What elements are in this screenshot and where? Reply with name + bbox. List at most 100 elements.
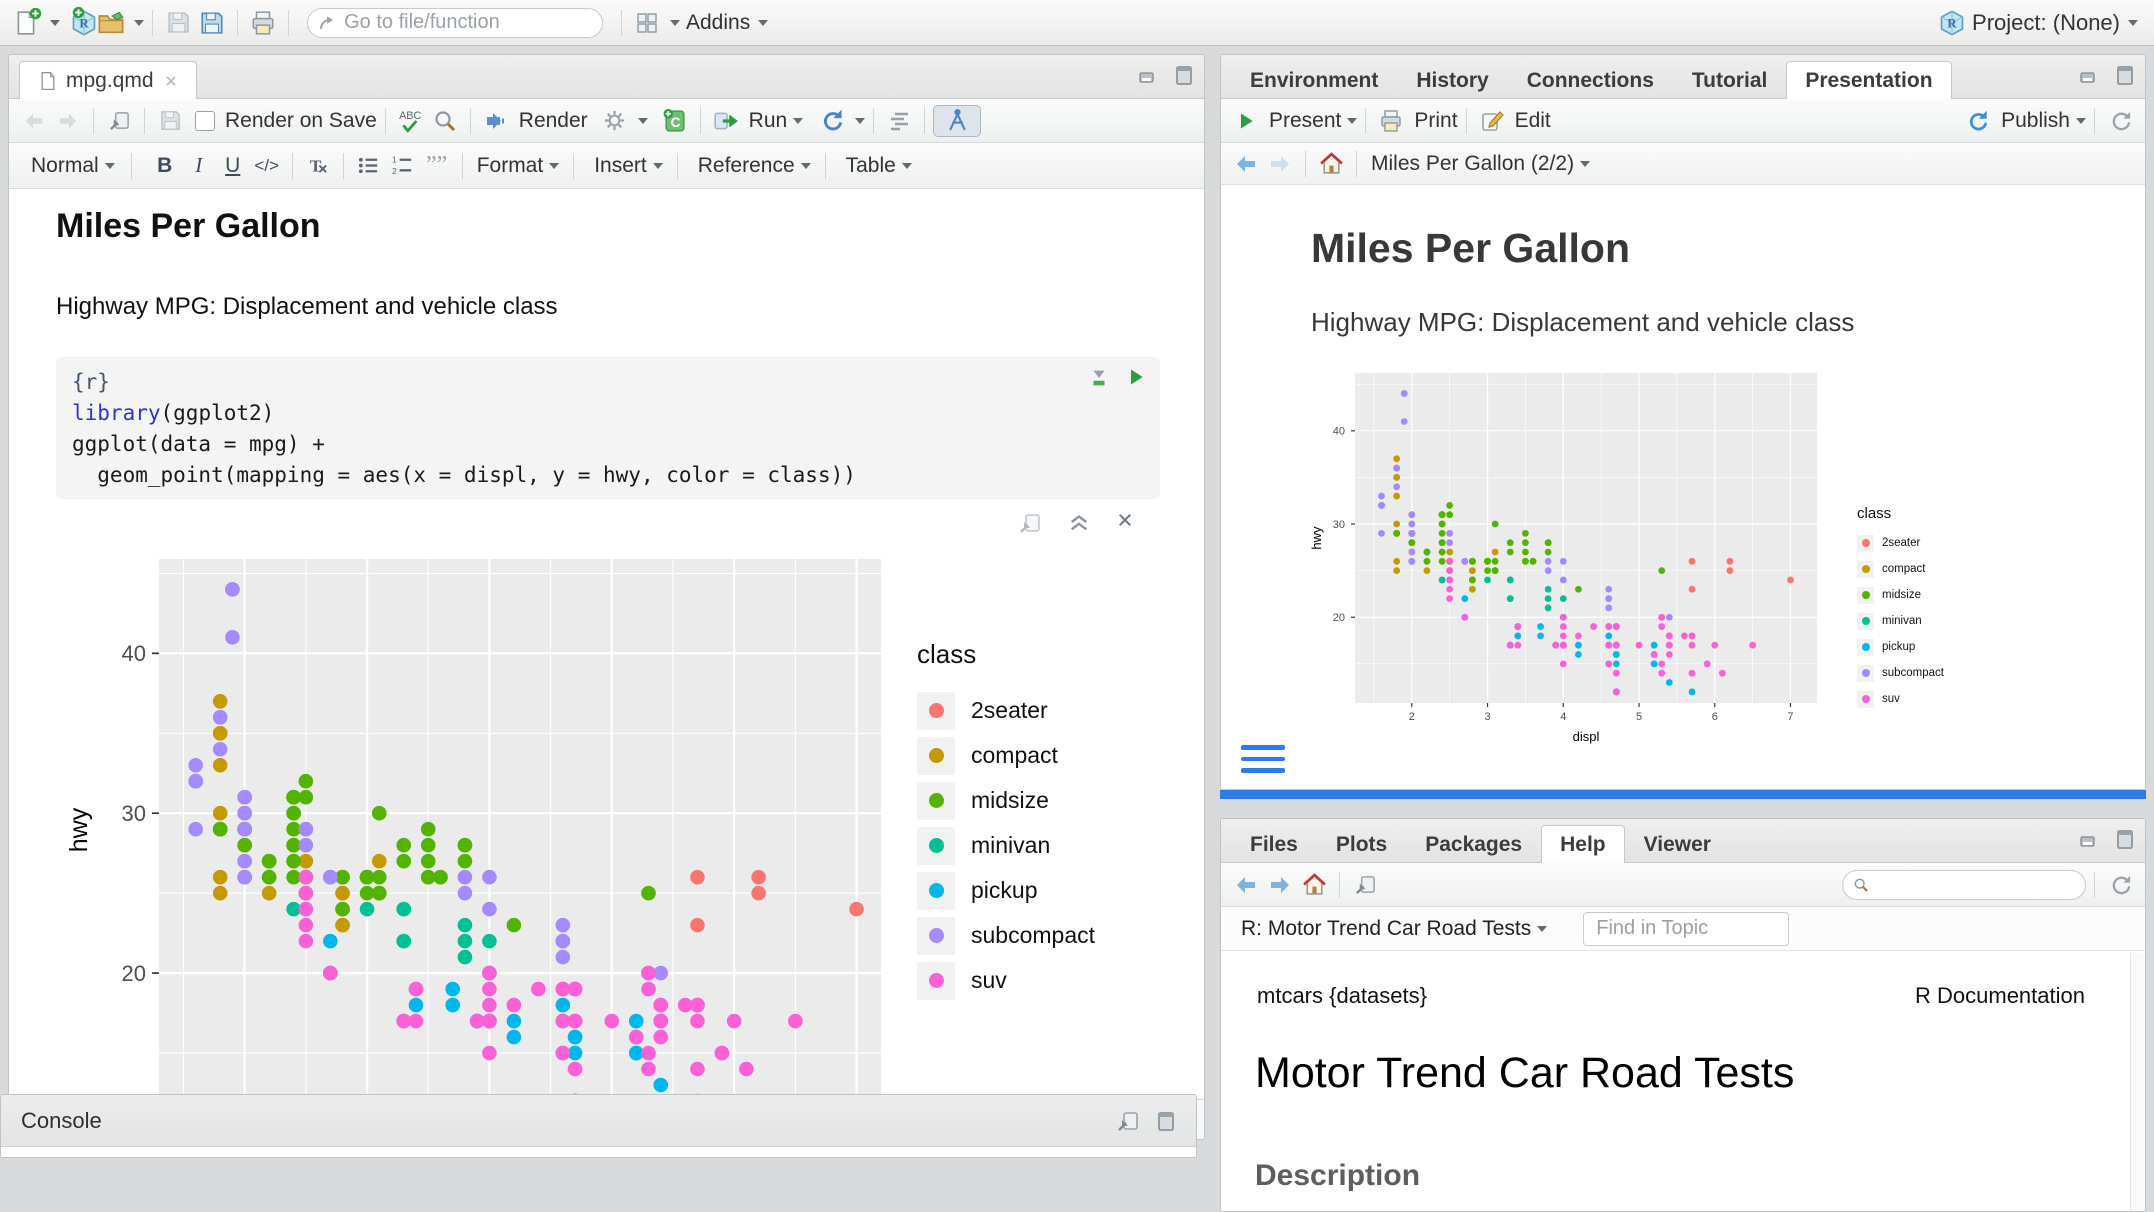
tab-presentation[interactable]: Presentation: [1786, 61, 1951, 99]
print-slides-button[interactable]: Print: [1414, 109, 1457, 133]
print-slides-icon[interactable]: [1374, 105, 1408, 137]
addins-menu[interactable]: Addins: [686, 11, 750, 35]
save-all-button[interactable]: [195, 7, 229, 39]
new-project-button[interactable]: [60, 7, 94, 39]
underline-button[interactable]: U: [216, 150, 250, 182]
addins-caret[interactable]: [758, 20, 768, 26]
bold-button[interactable]: B: [148, 150, 182, 182]
rerun-caret[interactable]: [855, 118, 865, 124]
collapse-output-icon[interactable]: [1068, 511, 1090, 533]
italic-button[interactable]: I: [182, 150, 216, 182]
reference-menu[interactable]: Reference: [698, 154, 795, 178]
run-icon[interactable]: [709, 105, 743, 137]
tab-viewer[interactable]: Viewer: [1625, 825, 1730, 863]
slide-location-menu[interactable]: Miles Per Gallon (2/2): [1371, 152, 1574, 176]
tab-mpg-qmd[interactable]: mpg.qmd: [19, 61, 197, 99]
code-format-button[interactable]: </>: [250, 150, 284, 182]
run-chunk-icon[interactable]: [1126, 367, 1146, 387]
tab-help[interactable]: Help: [1541, 825, 1625, 863]
save-button[interactable]: [161, 7, 195, 39]
bullet-list-button[interactable]: [352, 150, 386, 182]
tab-history[interactable]: History: [1397, 61, 1507, 99]
new-file-dropdown-caret[interactable]: [50, 20, 60, 26]
tab-files[interactable]: Files: [1231, 825, 1317, 863]
document-canvas[interactable]: Miles Per Gallon Highway MPG: Displaceme…: [9, 189, 1204, 1099]
slide-forward-icon[interactable]: [1263, 148, 1297, 180]
print-button[interactable]: [246, 7, 280, 39]
minimize-pane-icon[interactable]: [2079, 827, 2103, 851]
slide-location-caret[interactable]: [1580, 161, 1590, 167]
minimize-pane-icon[interactable]: [2079, 63, 2103, 87]
help-home-icon[interactable]: [1297, 869, 1331, 901]
clear-output-icon[interactable]: [1116, 511, 1134, 529]
render-on-save-checkbox[interactable]: [195, 111, 215, 131]
save-doc-button[interactable]: [153, 105, 187, 137]
tab-plots[interactable]: Plots: [1317, 825, 1406, 863]
find-replace-button[interactable]: [428, 105, 462, 137]
slide-back-icon[interactable]: [1229, 148, 1263, 180]
find-in-topic-input[interactable]: [1583, 912, 1789, 946]
new-file-button[interactable]: [10, 7, 44, 39]
slide-menu-icon[interactable]: [1241, 745, 1285, 773]
code-line[interactable]: ggplot(data = mpg) +: [72, 429, 1144, 460]
publish-button[interactable]: Publish: [2001, 109, 2070, 133]
run-menu-caret[interactable]: [793, 118, 803, 124]
visual-editor-toggle[interactable]: [933, 105, 981, 137]
run-chunks-above-icon[interactable]: [1088, 367, 1110, 389]
popout-window-button[interactable]: [102, 105, 136, 137]
paragraph-style-menu[interactable]: Normal: [31, 154, 99, 178]
help-forward-icon[interactable]: [1263, 869, 1297, 901]
render-button[interactable]: Render: [519, 109, 588, 133]
help-scrollbar[interactable]: [2130, 953, 2145, 1211]
render-settings-gear-icon[interactable]: [598, 105, 632, 137]
numbered-list-button[interactable]: [386, 150, 420, 182]
publish-caret[interactable]: [2076, 118, 2086, 124]
topic-history-menu[interactable]: R: Motor Trend Car Road Tests: [1241, 917, 1531, 941]
slide-home-icon[interactable]: [1314, 148, 1348, 180]
panes-dropdown-caret[interactable]: [670, 20, 680, 26]
back-button[interactable]: [17, 105, 51, 137]
tab-connections[interactable]: Connections: [1508, 61, 1673, 99]
r-code-chunk[interactable]: {r}library(ggplot2)ggplot(data = mpg) + …: [56, 357, 1160, 499]
help-search-box[interactable]: [1842, 870, 2086, 900]
pane-resize-divider[interactable]: [1220, 790, 2146, 799]
rerun-button[interactable]: [815, 105, 849, 137]
minimize-pane-icon[interactable]: [1138, 63, 1162, 87]
maximize-pane-icon[interactable]: [2111, 63, 2135, 87]
help-search-input[interactable]: [1877, 874, 2075, 896]
help-refresh-icon[interactable]: [2103, 869, 2137, 901]
style-caret[interactable]: [105, 163, 115, 169]
tab-environment[interactable]: Environment: [1231, 61, 1397, 99]
maximize-pane-icon[interactable]: [1170, 63, 1194, 87]
clear-formatting-button[interactable]: [301, 150, 335, 182]
workspace-panes-button[interactable]: [630, 7, 664, 39]
goto-file-search[interactable]: [307, 8, 603, 38]
spellcheck-button[interactable]: [394, 105, 428, 137]
open-file-button[interactable]: [94, 7, 128, 39]
tab-tutorial[interactable]: Tutorial: [1673, 61, 1786, 99]
edit-slides-icon[interactable]: [1475, 105, 1509, 137]
project-menu[interactable]: Project: (None): [1938, 0, 2138, 46]
edit-slides-button[interactable]: Edit: [1515, 109, 1551, 133]
help-popout-icon[interactable]: [1348, 869, 1382, 901]
blockquote-button[interactable]: ””: [420, 150, 454, 182]
present-button[interactable]: Present: [1269, 109, 1341, 133]
refresh-presentation-icon[interactable]: [2103, 105, 2137, 137]
goto-file-input[interactable]: [344, 11, 592, 34]
render-settings-caret[interactable]: [638, 118, 648, 124]
maximize-pane-icon[interactable]: [2111, 827, 2135, 851]
insert-menu[interactable]: Insert: [594, 154, 647, 178]
topic-caret[interactable]: [1537, 926, 1547, 932]
run-button[interactable]: Run: [749, 109, 788, 133]
console-popout-icon[interactable]: [1116, 1109, 1140, 1133]
insert-chunk-button[interactable]: [658, 105, 692, 137]
console-maximize-icon[interactable]: [1152, 1109, 1176, 1133]
code-line[interactable]: geom_point(mapping = aes(x = displ, y = …: [72, 460, 1144, 491]
document-outline-button[interactable]: [882, 105, 916, 137]
table-menu[interactable]: Table: [846, 154, 896, 178]
close-tab-icon[interactable]: [164, 74, 178, 88]
forward-button[interactable]: [51, 105, 85, 137]
code-line[interactable]: library(ggplot2): [72, 398, 1144, 429]
popout-output-icon[interactable]: [1018, 511, 1042, 535]
open-recent-caret[interactable]: [134, 20, 144, 26]
